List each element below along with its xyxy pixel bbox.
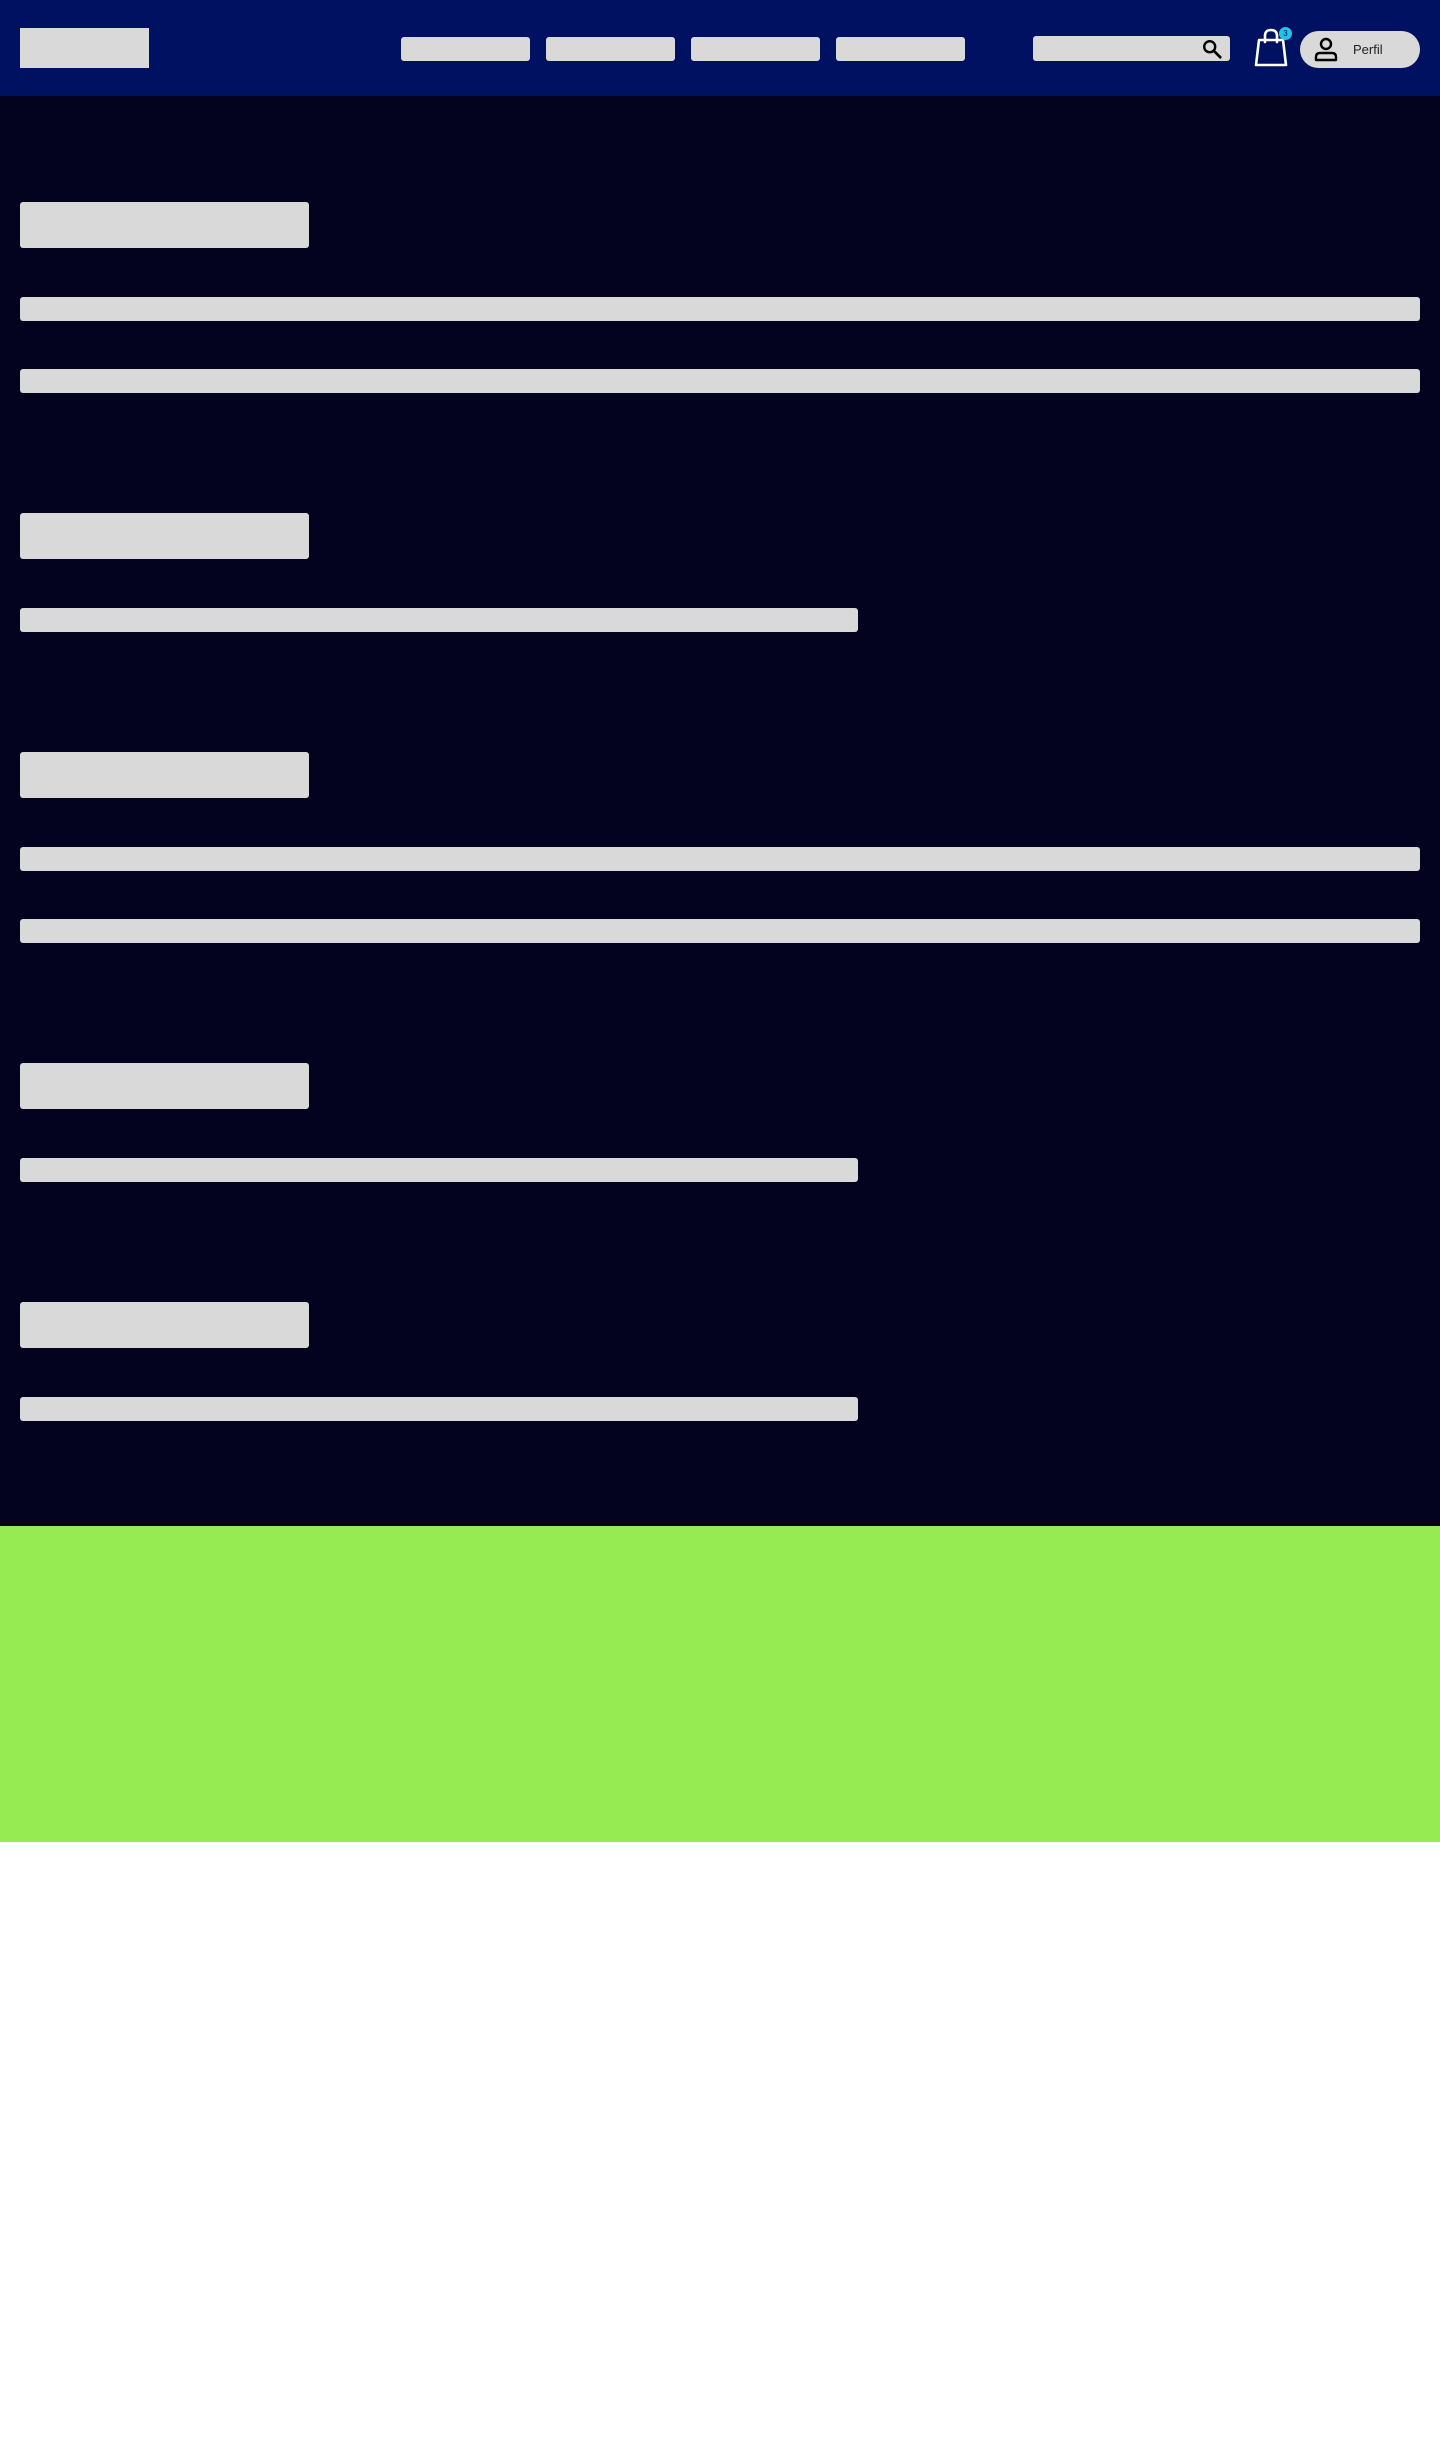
text-line-placeholder (20, 847, 1420, 871)
site-header: 3 Perfil (0, 0, 1440, 96)
section-title-placeholder (20, 1302, 309, 1348)
user-icon (1314, 37, 1338, 62)
text-line-placeholder (20, 1158, 858, 1182)
section-title-placeholder (20, 752, 309, 798)
logo-placeholder[interactable] (20, 28, 149, 68)
text-line-placeholder (20, 919, 1420, 943)
section-title-placeholder (20, 1063, 309, 1109)
cart-badge: 3 (1279, 27, 1292, 40)
main-content (0, 96, 1440, 1526)
text-line-placeholder (20, 1397, 858, 1421)
section-title-placeholder (20, 513, 309, 559)
section-title-placeholder (20, 202, 309, 248)
profile-label: Perfil (1353, 42, 1383, 57)
text-line-placeholder (20, 369, 1420, 393)
search-input[interactable] (1033, 36, 1230, 61)
site-footer (0, 1526, 1440, 1842)
nav-item-2[interactable] (546, 37, 675, 61)
nav-item-3[interactable] (691, 37, 820, 61)
profile-button[interactable]: Perfil (1300, 31, 1420, 68)
nav-item-1[interactable] (401, 37, 530, 61)
text-line-placeholder (20, 297, 1420, 321)
search-icon[interactable] (1201, 38, 1223, 60)
nav-item-4[interactable] (836, 37, 965, 61)
text-line-placeholder (20, 608, 858, 632)
